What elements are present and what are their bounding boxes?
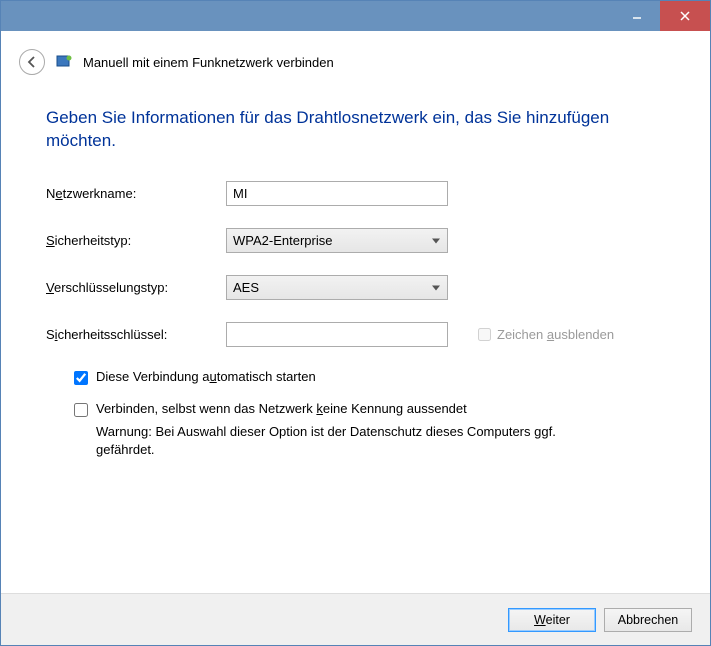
wifi-icon [55, 53, 73, 71]
connect-hidden-label: Verbinden, selbst wenn das Netzwerk kein… [96, 401, 467, 416]
network-name-input[interactable] [226, 181, 448, 206]
hide-characters-label: Zeichen ausblenden [497, 327, 614, 342]
wizard-header: Manuell mit einem Funknetzwerk verbinden [1, 31, 710, 87]
back-button[interactable] [19, 49, 45, 75]
minimize-button[interactable] [614, 1, 660, 31]
titlebar [1, 1, 710, 31]
arrow-left-icon [25, 55, 39, 69]
warning-text: Warnung: Bei Auswahl dieser Option ist d… [96, 423, 616, 459]
dialog-footer: Weiter Abbrechen [1, 593, 710, 645]
next-button[interactable]: Weiter [508, 608, 596, 632]
encryption-type-label: Verschlüsselungstyp: [46, 280, 226, 295]
encryption-type-select[interactable]: AES [226, 275, 448, 300]
close-button[interactable] [660, 1, 710, 31]
hide-characters-option: Zeichen ausblenden [478, 327, 614, 342]
auto-start-checkbox[interactable] [74, 371, 88, 385]
security-key-label: Sicherheitsschlüssel: [46, 327, 226, 342]
wizard-title: Manuell mit einem Funknetzwerk verbinden [83, 55, 334, 70]
cancel-button[interactable]: Abbrechen [604, 608, 692, 632]
hide-characters-checkbox [478, 328, 491, 341]
security-type-label: Sicherheitstyp: [46, 233, 226, 248]
network-name-label: Netzwerkname: [46, 186, 226, 201]
page-heading: Geben Sie Informationen für das Drahtlos… [46, 107, 665, 153]
connect-hidden-checkbox[interactable] [74, 403, 88, 417]
auto-start-label: Diese Verbindung automatisch starten [96, 369, 316, 384]
security-type-select[interactable]: WPA2-Enterprise [226, 228, 448, 253]
security-key-input [226, 322, 448, 347]
